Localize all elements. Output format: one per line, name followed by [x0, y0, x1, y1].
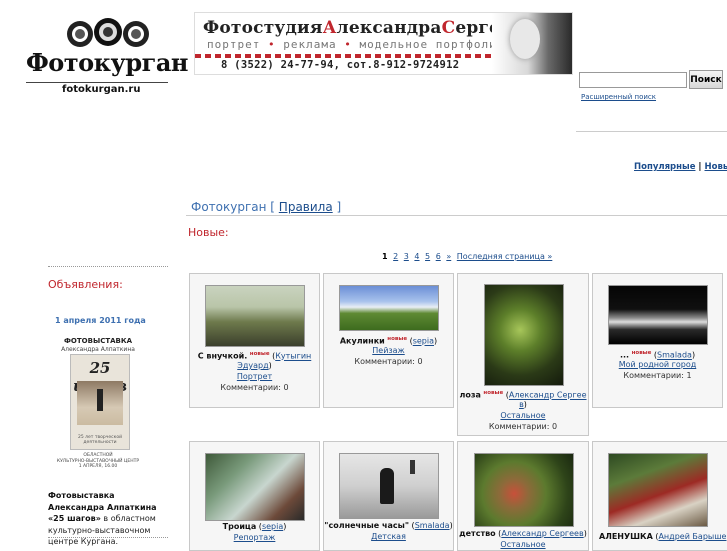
top-nav-links: Популярные | Новые:: [634, 162, 727, 172]
page-next[interactable]: »: [446, 252, 451, 261]
photo-category[interactable]: Остальное: [500, 411, 545, 420]
photo-thumbnail[interactable]: [608, 453, 708, 527]
photo-author[interactable]: Андрей Барыше: [658, 532, 726, 541]
divider: [48, 266, 168, 267]
comments-count: 0: [417, 357, 422, 366]
divider: [186, 215, 727, 216]
studio-banner[interactable]: ФотостудияАлександраСергеева портрет • р…: [194, 12, 573, 75]
photo-thumbnail[interactable]: [205, 453, 305, 521]
photo-category[interactable]: Портрет: [237, 372, 272, 381]
photo-author-cont[interactable]: Эдуард: [237, 361, 268, 370]
site-logo[interactable]: Фотокурган fotokurgan.ru: [22, 18, 172, 103]
banner-title: ФотостудияАлександраСергеева: [203, 18, 534, 38]
photo-card: детство (Александр Сергеев) Остальное: [457, 441, 589, 551]
poster-author: Александра Алпаткина: [56, 346, 140, 353]
photo-category[interactable]: Детская: [371, 532, 406, 541]
photo-title[interactable]: "солнечные часы": [324, 521, 409, 530]
photo-thumbnail[interactable]: [484, 284, 564, 386]
breadcrumb: Фотокурган [ Правила ]: [191, 200, 341, 214]
photo-card: С внучкой. новые (Кутыгин Эдуард) Портре…: [189, 273, 320, 408]
new-badge: новые: [483, 390, 503, 396]
page-last[interactable]: Последняя страница »: [457, 252, 553, 261]
logo-domain: fotokurgan.ru: [62, 84, 140, 95]
page-current: 1: [382, 252, 388, 261]
photo-author-cont[interactable]: в: [519, 400, 524, 409]
rules-link[interactable]: Правила: [279, 200, 333, 214]
popular-link[interactable]: Популярные: [634, 162, 695, 172]
search-input[interactable]: [579, 72, 687, 88]
logo-divider: [26, 82, 168, 83]
divider: [48, 537, 168, 538]
new-link[interactable]: Новые:: [705, 162, 727, 172]
photo-category[interactable]: Пейзаж: [372, 346, 405, 355]
banner-subtitle: портрет • реклама • модельное портфолио: [207, 38, 504, 51]
new-badge: новые: [250, 351, 270, 357]
comments-label: Комментарии:: [354, 357, 415, 366]
poster-photo: [77, 381, 123, 425]
page-link[interactable]: 2: [393, 252, 398, 261]
poster-heading: ФОТОВЫСТАВКА: [56, 337, 140, 345]
announcement-text: Фотовыставка Александра Алпаткина «25 ша…: [48, 490, 166, 548]
comments-label: Комментарии:: [623, 371, 684, 380]
comments-label: Комментарии:: [220, 383, 281, 392]
comments-count: 0: [283, 383, 288, 392]
advanced-search-link[interactable]: Расширенный поиск: [581, 93, 656, 101]
comments-count: 1: [686, 371, 691, 380]
poster-artwork: 25 шагов 25 лет творческой деятельности: [70, 354, 130, 450]
announcement-date: 1 апреля 2011 года: [55, 316, 146, 325]
photo-card: Троица (sepia) Репортаж: [189, 441, 320, 551]
new-badge: новые: [387, 336, 407, 342]
breadcrumb-site: Фотокурган: [191, 200, 266, 214]
section-title: Новые:: [188, 226, 229, 239]
photo-thumbnail[interactable]: [339, 453, 439, 519]
photo-card: ... новые (Smalada) Мой родной город Ком…: [592, 273, 723, 408]
poster-footer: ОБЛАСТНОЙ КУЛЬТУРНО-ВЫСТАВОЧНЫЙ ЦЕНТР 1 …: [56, 453, 140, 470]
photo-card: АЛЕНУШКА (Андрей Барыше: [592, 441, 727, 551]
photo-title[interactable]: АЛЕНУШКА: [599, 532, 653, 541]
photo-title[interactable]: Троица: [223, 522, 257, 531]
photo-card: "солнечные часы" (Smalada) Детская: [323, 441, 454, 551]
photo-thumbnail[interactable]: [608, 285, 708, 345]
photo-thumbnail[interactable]: [339, 285, 439, 331]
photo-category[interactable]: Репортаж: [234, 533, 276, 542]
photo-thumbnail[interactable]: [205, 285, 305, 347]
photo-author[interactable]: Александр Сергеев: [501, 529, 583, 538]
photo-card: Акулинки новые (sepia) Пейзаж Комментари…: [323, 273, 454, 408]
photo-thumbnail[interactable]: [474, 453, 574, 527]
photo-category[interactable]: Мой родной город: [619, 360, 697, 369]
banner-portrait: [492, 13, 572, 74]
camera-lenses-icon: [60, 18, 160, 48]
banner-phone: 8 (3522) 24-77-94, сот.8-912-9724912: [195, 58, 485, 74]
page-link[interactable]: 4: [414, 252, 419, 261]
logo-title: Фотокурган: [26, 48, 188, 77]
exhibition-poster[interactable]: ФОТОВЫСТАВКА Александра Алпаткина 25 шаг…: [56, 337, 140, 477]
page-link[interactable]: 5: [425, 252, 430, 261]
comments-label: Комментарии:: [489, 422, 550, 431]
photo-author[interactable]: sepia: [262, 522, 283, 531]
photo-card: лоза новые (Александр Сергее в) Остально…: [457, 273, 589, 436]
poster-caption: 25 лет творческой деятельности: [71, 435, 129, 445]
new-badge: новые: [632, 350, 652, 356]
announcements-title: Объявления:: [48, 278, 123, 291]
comments-count: 0: [552, 422, 557, 431]
search-button[interactable]: Поиск: [689, 70, 723, 89]
page-link[interactable]: 3: [404, 252, 409, 261]
photo-author[interactable]: Smalada: [415, 521, 450, 530]
page-link[interactable]: 6: [436, 252, 441, 261]
photo-title[interactable]: детство: [459, 529, 495, 538]
divider: [576, 131, 727, 132]
pagination: 1 2 3 4 5 6 » Последняя страница »: [382, 252, 555, 261]
